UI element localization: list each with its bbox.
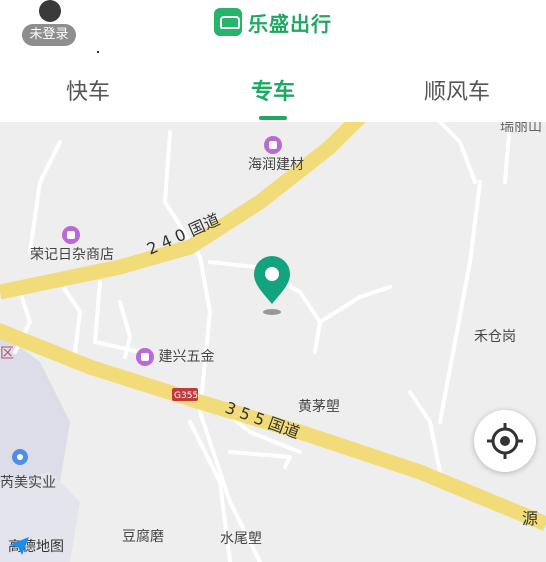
poi-doufumo[interactable]: 豆腐磨 (122, 526, 164, 546)
poi-huangmaolang[interactable]: 黄茅塱 (298, 396, 340, 416)
shop-pin-icon (62, 226, 80, 244)
poi-hecanggang[interactable]: 禾仓岗 (474, 326, 516, 346)
map-view[interactable]: 2 4 0 国道 3 5 5 国道 源 区 G355 海润建材 荣记日杂商店 建… (0, 122, 546, 562)
poi-rongji[interactable]: 荣记日杂商店 (30, 226, 114, 264)
poi-shuiweilang[interactable]: 水尾塱 (220, 528, 262, 548)
tab-kuaiche[interactable]: 快车 (66, 74, 110, 106)
top-header: 未登录 乐盛出行 快车 专车 顺风车 (0, 0, 546, 122)
app-name: 乐盛出行 (248, 11, 332, 36)
poi-ruimei[interactable]: 芮美实业 (0, 472, 56, 492)
user-avatar-button[interactable]: 未登录 (22, 0, 78, 48)
crosshair-icon (487, 423, 523, 459)
g355-shield: G355 (174, 391, 198, 401)
locate-me-button[interactable] (474, 410, 536, 472)
shop-pin-icon (264, 136, 282, 154)
tab-shunfengche[interactable]: 顺风车 (424, 74, 490, 106)
poi-hairun[interactable]: 海润建材 (248, 136, 304, 174)
car-logo-icon (214, 8, 242, 36)
map-provider-logo: 高德地图 (8, 536, 64, 556)
district-label: 区 (0, 346, 14, 362)
shop-pin-icon (136, 348, 154, 366)
status-dot (97, 51, 99, 53)
poi-ruilishan[interactable]: 瑞丽山 (500, 122, 542, 136)
tab-zhuanche[interactable]: 专车 (251, 74, 295, 106)
avatar (39, 0, 61, 22)
active-tab-indicator (259, 116, 287, 120)
app-brand: 乐盛出行 (214, 6, 332, 38)
login-status-badge: 未登录 (22, 24, 76, 46)
poi-jianxing[interactable]: 建兴五金 (136, 346, 214, 366)
service-tabs: 快车 专车 顺风车 (0, 70, 546, 122)
amap-logo-icon (9, 537, 29, 555)
map-canvas: 2 4 0 国道 3 5 5 国道 源 区 G355 (0, 122, 546, 562)
road-yuan-label: 源 (522, 509, 538, 528)
